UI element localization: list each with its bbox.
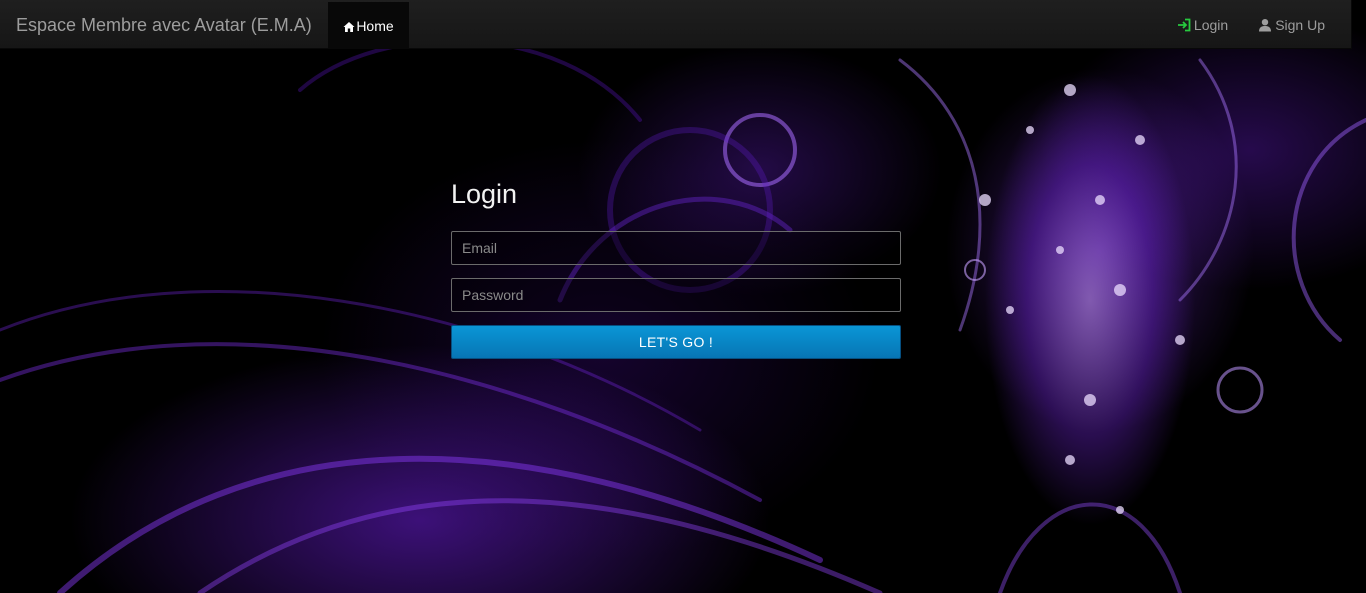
submit-button[interactable]: LET'S GO !	[451, 325, 901, 359]
nav-right-group: Login Sign Up	[1177, 0, 1325, 49]
password-field[interactable]	[451, 278, 901, 312]
nav-signup-label: Sign Up	[1275, 16, 1325, 33]
login-title: Login	[451, 179, 518, 209]
log-in-icon	[1177, 18, 1191, 32]
home-icon	[343, 20, 355, 32]
user-icon	[1258, 18, 1272, 32]
login-form: Login LET'S GO !	[451, 177, 901, 359]
nav-login-label: Login	[1193, 16, 1229, 33]
nav-login-link[interactable]: Login	[1177, 17, 1228, 33]
top-navbar: Espace Membre avec Avatar (E.M.A) Home L…	[0, 0, 1352, 49]
nav-home-label: Home	[356, 17, 394, 34]
page: Espace Membre avec Avatar (E.M.A) Home L…	[0, 0, 1366, 593]
email-field[interactable]	[451, 231, 901, 265]
nav-signup-link[interactable]: Sign Up	[1258, 17, 1325, 33]
nav-home-link[interactable]: Home	[328, 2, 409, 49]
brand-title[interactable]: Espace Membre avec Avatar (E.M.A)	[16, 0, 312, 49]
